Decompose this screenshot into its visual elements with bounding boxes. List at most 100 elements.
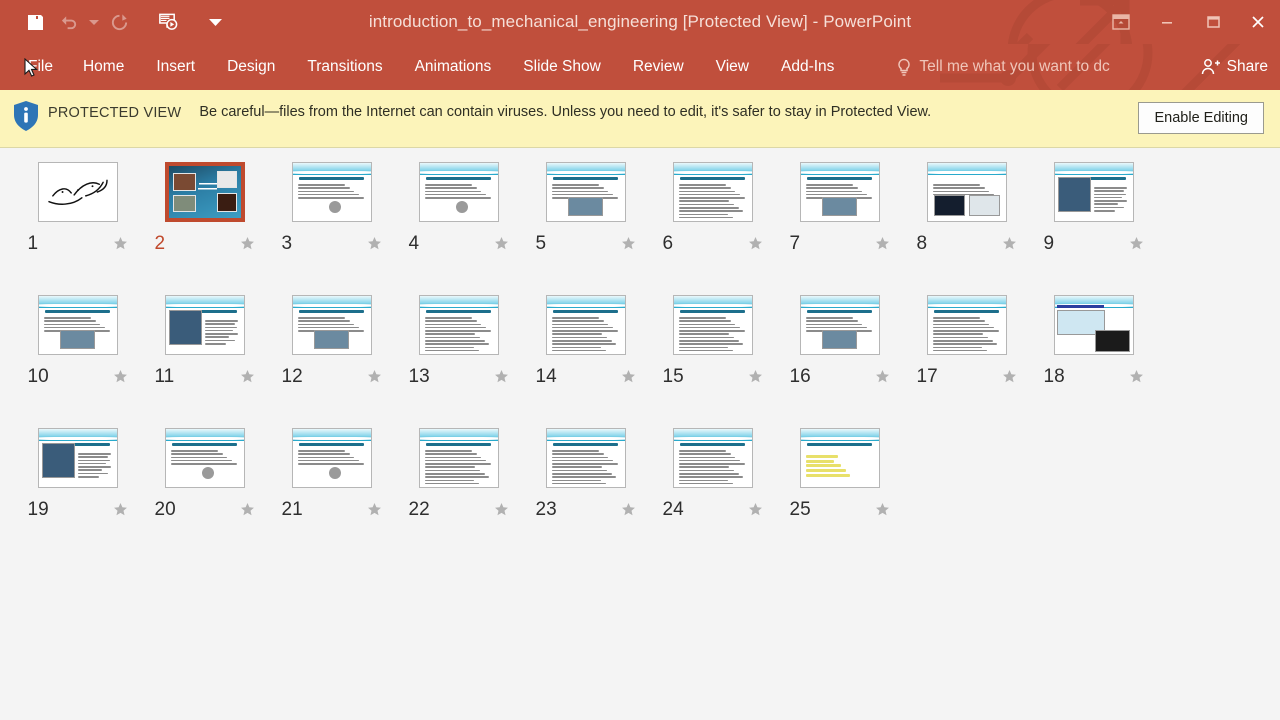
slide-thumbnail-image-7[interactable]: [799, 162, 880, 222]
star-icon[interactable]: [367, 369, 382, 384]
slide-thumbnail-15[interactable]: 15: [649, 295, 776, 428]
slide-thumbnail-image-14[interactable]: [545, 295, 626, 355]
slide-thumbnail-image-4[interactable]: [418, 162, 499, 222]
slide-thumbnail-image-13[interactable]: [418, 295, 499, 355]
slide-thumbnail-22[interactable]: 22: [395, 428, 522, 561]
slide-thumbnail-image-22[interactable]: [418, 428, 499, 488]
slide-thumbnail-17[interactable]: 17: [903, 295, 1030, 428]
tab-review[interactable]: Review: [617, 52, 700, 82]
star-icon[interactable]: [1002, 369, 1017, 384]
star-icon[interactable]: [240, 369, 255, 384]
star-icon[interactable]: [367, 236, 382, 251]
tab-animations[interactable]: Animations: [399, 52, 508, 82]
star-icon[interactable]: [1002, 236, 1017, 251]
star-icon[interactable]: [621, 502, 636, 517]
star-icon[interactable]: [621, 236, 636, 251]
tab-view[interactable]: View: [700, 52, 765, 82]
redo-button[interactable]: [102, 7, 136, 37]
slide-thumbnail-image-21[interactable]: [291, 428, 372, 488]
slide-thumbnail-image-6[interactable]: [672, 162, 753, 222]
slide-thumbnail-image-17[interactable]: [926, 295, 1007, 355]
slide-thumbnail-12[interactable]: 12: [268, 295, 395, 428]
star-icon[interactable]: [113, 236, 128, 251]
star-icon[interactable]: [240, 502, 255, 517]
slide-thumbnail-image-18[interactable]: [1053, 295, 1134, 355]
star-icon[interactable]: [494, 369, 509, 384]
slide-thumbnail-image-20[interactable]: [164, 428, 245, 488]
tab-insert[interactable]: Insert: [140, 52, 211, 82]
star-icon[interactable]: [367, 502, 382, 517]
slide-thumbnail-image-19[interactable]: [37, 428, 118, 488]
star-icon[interactable]: [748, 236, 763, 251]
tell-me-search[interactable]: Tell me what you want to dc: [896, 58, 1110, 77]
slide-thumbnail-5[interactable]: 5: [522, 162, 649, 295]
star-icon[interactable]: [875, 236, 890, 251]
slide-thumbnail-image-24[interactable]: [672, 428, 753, 488]
slide-thumbnail-image-11[interactable]: [164, 295, 245, 355]
slide-thumbnail-20[interactable]: 20: [141, 428, 268, 561]
slide-thumbnail-4[interactable]: 4: [395, 162, 522, 295]
slide-thumbnail-14[interactable]: 14: [522, 295, 649, 428]
star-icon[interactable]: [748, 369, 763, 384]
star-icon[interactable]: [113, 502, 128, 517]
star-icon[interactable]: [875, 502, 890, 517]
star-icon[interactable]: [1129, 236, 1144, 251]
slide-thumbnail-1[interactable]: 1: [14, 162, 141, 295]
slide-thumbnail-image-25[interactable]: [799, 428, 880, 488]
slide-thumbnail-image-2[interactable]: [164, 162, 245, 222]
slide-thumbnail-13[interactable]: 13: [395, 295, 522, 428]
slide-thumbnail-image-9[interactable]: [1053, 162, 1134, 222]
quick-access-toolbar[interactable]: [0, 7, 232, 37]
tab-home[interactable]: Home: [67, 52, 140, 82]
undo-dropdown-icon[interactable]: [86, 7, 102, 37]
star-icon[interactable]: [494, 502, 509, 517]
slide-thumbnail-23[interactable]: 23: [522, 428, 649, 561]
star-icon[interactable]: [621, 369, 636, 384]
slide-thumbnail-2[interactable]: 2: [141, 162, 268, 295]
ribbon-display-options-button[interactable]: [1098, 0, 1144, 44]
slide-thumbnail-image-5[interactable]: [545, 162, 626, 222]
slide-thumbnail-11[interactable]: 11: [141, 295, 268, 428]
slide-thumbnail-3[interactable]: 3: [268, 162, 395, 295]
slide-sorter-pane[interactable]: 1 2 3 4 5 6 7 8 9 10 11 12 13 14 15 16 17 18 19 20 21 22 23 24 2…: [0, 148, 1280, 709]
save-button[interactable]: [18, 7, 52, 37]
slide-thumbnail-image-3[interactable]: [291, 162, 372, 222]
star-icon[interactable]: [113, 369, 128, 384]
slide-thumbnail-7[interactable]: 7: [776, 162, 903, 295]
tab-slide-show[interactable]: Slide Show: [507, 52, 617, 82]
customize-qat-button[interactable]: [198, 7, 232, 37]
star-icon[interactable]: [1129, 369, 1144, 384]
slide-thumbnail-19[interactable]: 19: [14, 428, 141, 561]
slide-thumbnail-21[interactable]: 21: [268, 428, 395, 561]
enable-editing-button[interactable]: Enable Editing: [1138, 102, 1264, 134]
slide-thumbnail-image-1[interactable]: [37, 162, 118, 222]
slide-thumbnail-6[interactable]: 6: [649, 162, 776, 295]
window-controls[interactable]: [1098, 0, 1280, 44]
slide-thumbnail-8[interactable]: 8: [903, 162, 1030, 295]
slide-thumbnail-24[interactable]: 24: [649, 428, 776, 561]
star-icon[interactable]: [875, 369, 890, 384]
slide-thumbnail-image-12[interactable]: [291, 295, 372, 355]
tab-add-ins[interactable]: Add-Ins: [765, 52, 850, 82]
slide-thumbnail-image-8[interactable]: [926, 162, 1007, 222]
ribbon-tabs[interactable]: File Home Insert Design Transitions Anim…: [0, 52, 850, 82]
star-icon[interactable]: [748, 502, 763, 517]
undo-button[interactable]: [52, 7, 86, 37]
star-icon[interactable]: [494, 236, 509, 251]
tab-design[interactable]: Design: [211, 52, 291, 82]
slide-thumbnail-image-16[interactable]: [799, 295, 880, 355]
tab-transitions[interactable]: Transitions: [291, 52, 398, 82]
maximize-button[interactable]: [1190, 0, 1236, 44]
slide-thumbnail-image-10[interactable]: [37, 295, 118, 355]
start-slideshow-button[interactable]: [150, 7, 184, 37]
slide-thumbnail-25[interactable]: 25: [776, 428, 903, 561]
slide-thumbnail-16[interactable]: 16: [776, 295, 903, 428]
slide-thumbnail-10[interactable]: 10: [14, 295, 141, 428]
slide-thumbnail-9[interactable]: 9: [1030, 162, 1157, 295]
slide-thumbnail-image-23[interactable]: [545, 428, 626, 488]
star-icon[interactable]: [240, 236, 255, 251]
close-button[interactable]: [1236, 0, 1280, 44]
minimize-button[interactable]: [1144, 0, 1190, 44]
slide-thumbnail-18[interactable]: 18: [1030, 295, 1157, 428]
slide-thumbnail-image-15[interactable]: [672, 295, 753, 355]
